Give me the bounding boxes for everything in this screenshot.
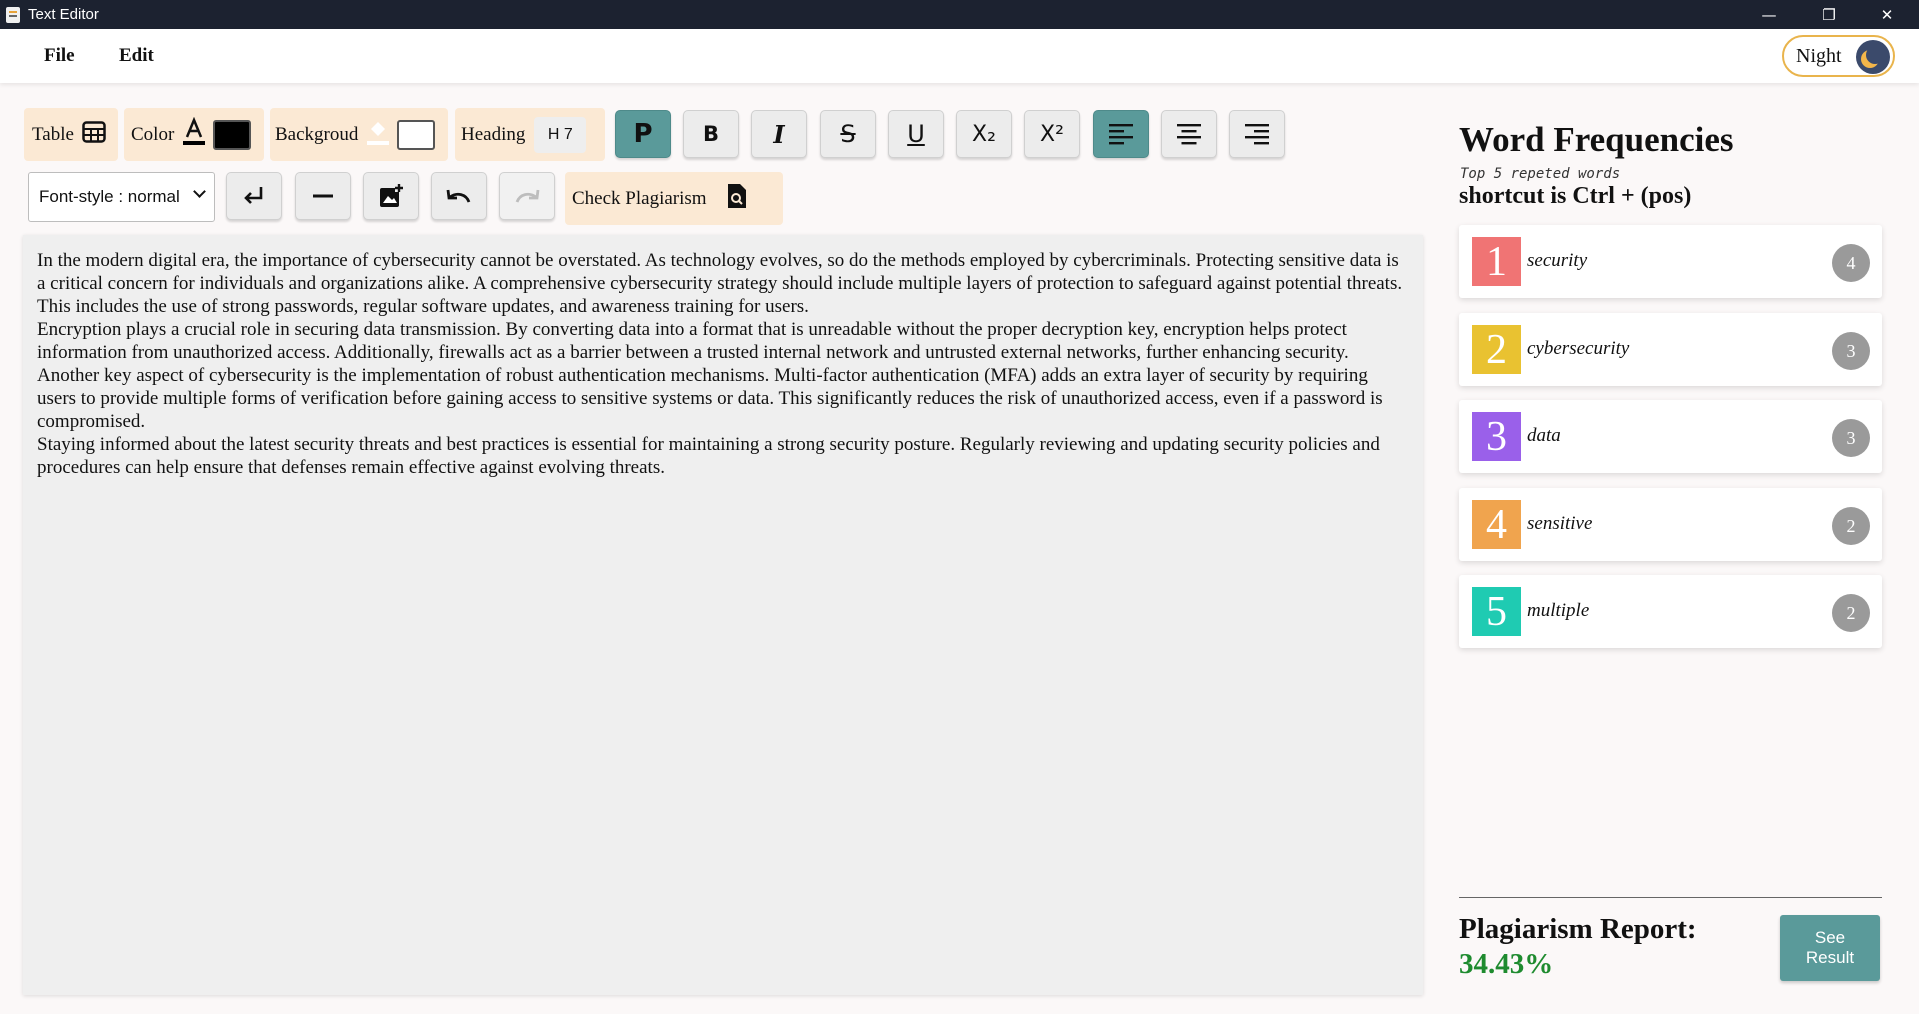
minimize-button[interactable]: —: [1740, 0, 1798, 29]
align-center-icon: [1177, 124, 1201, 145]
frequency-word: sensitive: [1527, 513, 1593, 534]
heading-selector[interactable]: Heading H 7: [455, 108, 605, 161]
table-label: Table: [32, 123, 74, 145]
app-icon: [6, 6, 20, 23]
italic-button[interactable]: I: [751, 110, 807, 158]
font-style-select[interactable]: Font-style : normal: [28, 172, 215, 222]
rank-badge: 1: [1472, 237, 1521, 286]
rank-badge: 4: [1472, 500, 1521, 549]
background-label: Backgroud: [275, 123, 359, 145]
frequency-word: data: [1527, 425, 1561, 446]
text-color-icon: [182, 116, 206, 153]
bold-button[interactable]: B: [683, 110, 739, 158]
plagiarism-report-label: Plagiarism Report:: [1459, 913, 1697, 945]
align-right-button[interactable]: [1229, 110, 1285, 158]
frequency-count: 2: [1832, 594, 1870, 632]
frequency-word: security: [1527, 250, 1588, 271]
plagiarism-report-value: 34.43%: [1459, 948, 1554, 980]
heading-value[interactable]: H 7: [534, 116, 587, 153]
add-image-icon: [380, 184, 403, 207]
editor-paragraph: Encryption plays a crucial role in secur…: [37, 319, 1349, 363]
frequency-item[interactable]: 5 multiple 2: [1459, 575, 1882, 648]
frequency-count: 3: [1832, 419, 1870, 457]
color-swatch[interactable]: [213, 119, 252, 150]
fill-bucket-icon: [366, 117, 390, 153]
frequency-count: 3: [1832, 332, 1870, 370]
strikethrough-button[interactable]: S: [820, 110, 876, 158]
window-title: Text Editor: [28, 6, 99, 23]
check-plagiarism-button[interactable]: Check Plagiarism: [565, 172, 783, 225]
frequency-item[interactable]: 4 sensitive 2: [1459, 488, 1882, 561]
editor-paragraph: Another key aspect of cybersecurity is t…: [37, 365, 1383, 432]
background-swatch[interactable]: [397, 119, 436, 150]
word-frequencies-title: Word Frequencies: [1459, 120, 1734, 159]
menu-edit[interactable]: Edit: [119, 45, 154, 67]
night-mode-toggle[interactable]: Night: [1782, 35, 1895, 77]
shortcut-hint: shortcut is Ctrl + (pos): [1459, 183, 1692, 209]
line-break-button[interactable]: [226, 172, 282, 220]
editor-area[interactable]: In the modern digital era, the importanc…: [23, 235, 1423, 995]
night-label: Night: [1796, 44, 1842, 67]
undo-icon: [446, 189, 471, 203]
background-picker[interactable]: Backgroud: [270, 108, 448, 161]
align-left-button[interactable]: [1093, 110, 1149, 158]
rank-badge: 3: [1472, 412, 1521, 461]
table-icon: [82, 120, 106, 149]
close-button[interactable]: ✕: [1858, 0, 1916, 29]
editor-paragraph: In the modern digital era, the importanc…: [37, 250, 1403, 317]
horizontal-rule-button[interactable]: [295, 172, 351, 220]
color-label: Color: [131, 123, 175, 145]
frequency-word: cybersecurity: [1527, 338, 1630, 359]
frequency-item[interactable]: 1 security 4: [1459, 225, 1882, 298]
align-center-button[interactable]: [1161, 110, 1217, 158]
subscript-button[interactable]: X₂: [956, 110, 1012, 158]
file-search-icon: [727, 183, 747, 215]
frequency-count: 2: [1832, 507, 1870, 545]
rank-badge: 2: [1472, 325, 1521, 374]
divider: [1459, 897, 1882, 898]
check-plagiarism-label: Check Plagiarism: [572, 187, 707, 209]
redo-button[interactable]: [499, 172, 555, 220]
frequency-count: 4: [1832, 244, 1870, 282]
color-picker[interactable]: Color: [124, 108, 264, 161]
underline-button[interactable]: U: [888, 110, 944, 158]
redo-icon: [515, 189, 540, 203]
font-style-value: Font-style : normal: [39, 187, 180, 206]
table-button[interactable]: Table: [24, 108, 118, 161]
menu-file[interactable]: File: [44, 45, 75, 67]
paragraph-button[interactable]: P: [615, 110, 671, 158]
rank-badge: 5: [1472, 587, 1521, 636]
restore-button[interactable]: ❐: [1800, 0, 1858, 29]
frequency-word: multiple: [1527, 600, 1590, 621]
return-icon: [244, 187, 263, 204]
undo-button[interactable]: [431, 172, 487, 220]
insert-image-button[interactable]: [363, 172, 419, 220]
horizontal-rule-icon: [313, 194, 333, 198]
see-result-label: See Result: [1805, 928, 1855, 967]
superscript-button[interactable]: X²: [1024, 110, 1080, 158]
word-frequencies-subtitle: Top 5 repeted words: [1460, 166, 1621, 182]
chevron-down-icon: [193, 185, 206, 198]
menu-bar: File Edit: [0, 29, 1919, 83]
align-right-icon: [1245, 124, 1269, 145]
moon-icon: [1856, 40, 1890, 74]
frequency-item[interactable]: 2 cybersecurity 3: [1459, 313, 1882, 386]
align-left-icon: [1109, 124, 1133, 145]
heading-label: Heading: [461, 123, 526, 145]
title-bar: Text Editor — ❐ ✕: [0, 0, 1919, 29]
frequency-item[interactable]: 3 data 3: [1459, 400, 1882, 473]
editor-paragraph: Staying informed about the latest securi…: [37, 434, 1380, 478]
see-result-button[interactable]: See Result: [1780, 915, 1880, 981]
